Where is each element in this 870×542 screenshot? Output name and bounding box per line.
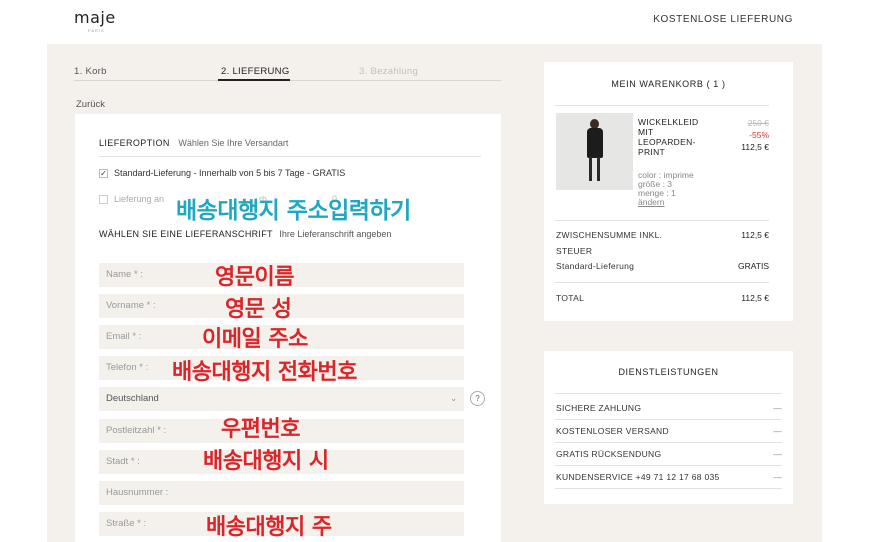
annotation-phone: 배송대행지 전화번호 xyxy=(172,360,357,385)
address-heading: WÄHLEN SIE EINE LIEFERANSCHRIFT Ihre Lie… xyxy=(99,229,391,239)
product-name[interactable]: WICKELKLEID MIT LEOPARDEN-PRINT xyxy=(638,117,706,157)
shipping-option-store[interactable]: Lieferung an rh 0 xyxy=(99,194,337,205)
top-bar: maje PARIS KOSTENLOSE LIEFERUNG xyxy=(0,0,870,44)
total-value: 112,5 € xyxy=(741,293,769,303)
shipping-value: GRATIS xyxy=(737,261,769,271)
country-select[interactable]: Deutschland ⌄ xyxy=(99,387,464,411)
services-panel: DIENSTLEISTUNGEN SICHERE ZAHLUNG — KOSTE… xyxy=(544,351,793,504)
subtotal-label: ZWISCHENSUMME INKL. xyxy=(556,230,663,240)
free-delivery-link[interactable]: KOSTENLOSE LIEFERUNG xyxy=(653,14,793,25)
checkbox-unchecked-icon[interactable] xyxy=(99,195,108,205)
annotation-zip: 우편번호 xyxy=(221,417,300,442)
edit-product-link[interactable]: ändern xyxy=(638,198,664,207)
annotation-name: 영문이름 xyxy=(215,265,294,290)
step-cart[interactable]: 1. Korb xyxy=(74,66,107,77)
step-payment: 3. Bezahlung xyxy=(359,66,419,77)
divider xyxy=(555,442,782,443)
product-price: 112,5 € xyxy=(741,142,769,152)
back-link[interactable]: Zurück xyxy=(76,99,105,110)
divider xyxy=(555,465,782,466)
service-secure-payment[interactable]: SICHERE ZAHLUNG — xyxy=(556,403,782,413)
annotation-city: 배송대행지 시 xyxy=(203,449,329,474)
step-delivery[interactable]: 2. LIEFERUNG xyxy=(221,66,290,77)
services-title: DIENSTLEISTUNGEN xyxy=(618,367,719,377)
country-select-value: Deutschland xyxy=(106,393,159,404)
expand-icon[interactable]: — xyxy=(773,403,782,413)
divider xyxy=(555,488,782,489)
address-heading-label: WÄHLEN SIE EINE LIEFERANSCHRIFT xyxy=(99,229,273,239)
expand-icon[interactable]: — xyxy=(773,426,782,436)
divider xyxy=(555,105,769,106)
divider xyxy=(555,220,769,221)
product-image[interactable] xyxy=(556,113,633,190)
service-label: GRATIS RÜCKSENDUNG xyxy=(556,449,662,459)
service-label: KOSTENLOSER VERSAND xyxy=(556,426,669,436)
subtotal-label-line2: STEUER xyxy=(556,246,593,256)
active-step-underline xyxy=(218,79,290,81)
cart-summary: MEIN WARENKORB ( 1 ) WICKELKLEID MIT LEO… xyxy=(544,62,793,321)
divider xyxy=(99,156,481,157)
delivery-option-sub: Wählen Sie Ihre Versandart xyxy=(178,138,289,148)
service-free-returns[interactable]: GRATIS RÜCKSENDUNG — xyxy=(556,449,782,459)
shipping-option-standard-detail: - Innerhalb von 5 bis 7 Tage - GRATIS xyxy=(191,168,346,178)
annotation-street: 배송대행지 주 xyxy=(206,515,332,540)
delivery-option-heading: LIEFEROPTION Wählen Sie Ihre Versandart xyxy=(99,138,288,148)
product-image-shape xyxy=(587,128,603,158)
annotation-email: 이메일 주소 xyxy=(202,327,308,352)
shipping-label: Standard-Lieferung xyxy=(556,261,635,271)
checkbox-checked-icon[interactable]: ✓ xyxy=(99,169,108,179)
brand-logo-sub: PARIS xyxy=(88,28,105,33)
product-image-shape xyxy=(597,157,600,181)
product-old-price: 250 € xyxy=(747,118,769,128)
chevron-down-icon[interactable]: ⌄ xyxy=(450,387,457,411)
annotation-title: 배송대행지 주소입력하기 xyxy=(176,198,411,224)
divider xyxy=(555,282,769,283)
shipping-option-store-label: Lieferung an xyxy=(114,194,165,204)
expand-icon[interactable]: — xyxy=(773,449,782,459)
product-image-shape xyxy=(589,157,592,181)
service-customer-service[interactable]: KUNDENSERVICE +49 71 12 17 68 035 — xyxy=(556,472,782,482)
product-discount: -55% xyxy=(749,130,769,140)
subtotal-value: 112,5 € xyxy=(741,230,769,240)
delivery-option-label: LIEFEROPTION xyxy=(99,138,170,148)
brand-logo[interactable]: maje xyxy=(74,8,116,27)
help-icon[interactable]: ? xyxy=(470,391,485,406)
cart-title: MEIN WARENKORB ( 1 ) xyxy=(611,79,726,89)
divider xyxy=(555,393,782,394)
service-label: KUNDENSERVICE +49 71 12 17 68 035 xyxy=(556,472,720,482)
service-free-shipping[interactable]: KOSTENLOSER VERSAND — xyxy=(556,426,782,436)
shipping-option-standard[interactable]: ✓ Standard-Lieferung - Innerhalb von 5 bi… xyxy=(99,168,346,179)
service-label: SICHERE ZAHLUNG xyxy=(556,403,642,413)
house-number-input[interactable]: Hausnummer : xyxy=(99,481,464,505)
address-heading-sub: Ihre Lieferanschrift angeben xyxy=(279,229,392,239)
shipping-option-standard-title: Standard-Lieferung xyxy=(114,168,192,178)
total-label: TOTAL xyxy=(556,293,585,303)
annotation-first: 영문 성 xyxy=(225,297,292,322)
divider xyxy=(555,419,782,420)
checkout-steps: 1. Korb 2. LIEFERUNG 3. Bezahlung xyxy=(74,66,501,81)
expand-icon[interactable]: — xyxy=(773,472,782,482)
